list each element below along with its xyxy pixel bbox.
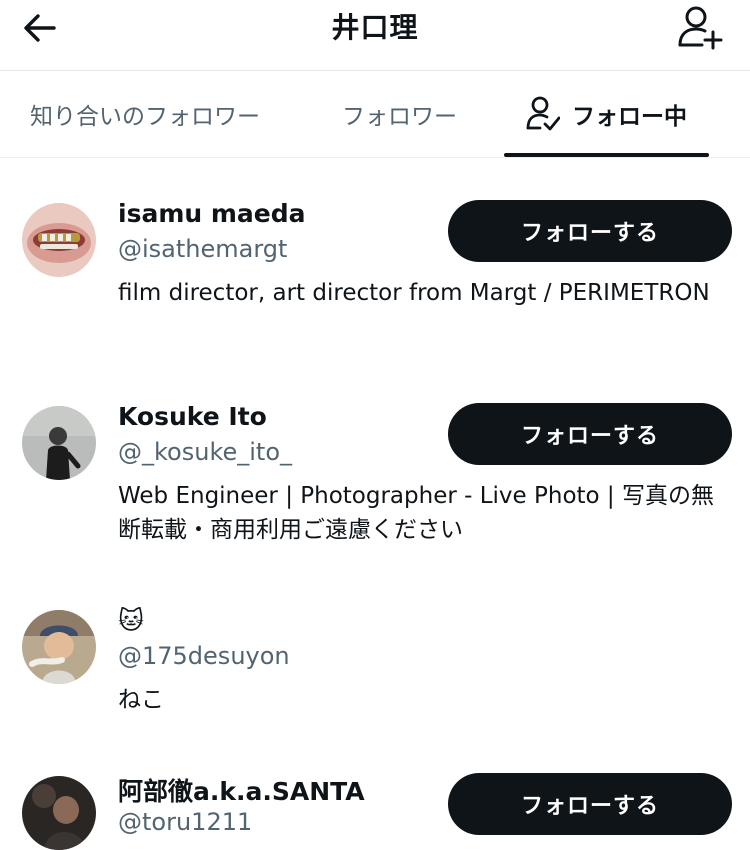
user-name: isamu maeda (118, 199, 306, 228)
active-tab-indicator (504, 153, 709, 157)
user-bio: Web Engineer | Photographer - Live Photo… (118, 483, 714, 543)
tab-mutual-followers[interactable]: 知り合いのフォロワー (30, 71, 260, 157)
tab-bar: 知り合いのフォロワー フォロワー フォロー中 (0, 71, 750, 158)
user-bio: film director, art director from Margt /… (118, 280, 710, 306)
tab-followers[interactable]: フォロワー (342, 71, 457, 157)
user-handle: @isathemargt (118, 235, 288, 263)
top-bar: 井口理 (0, 0, 750, 71)
follow-button[interactable]: フォローする (448, 403, 732, 465)
person-check-icon (526, 95, 560, 133)
add-user-button[interactable] (676, 4, 726, 50)
user-handle: @toru1211 (118, 808, 253, 836)
tab-following[interactable]: フォロー中 (504, 71, 709, 157)
avatar[interactable] (22, 203, 96, 277)
user-handle: @_kosuke_ito_ (118, 438, 293, 466)
user-name: 🐱 (118, 606, 145, 635)
user-bio: ねこ (118, 687, 164, 713)
user-name: Kosuke Ito (118, 402, 267, 431)
user-name: 阿部徹a.k.a.SANTA (118, 777, 365, 806)
avatar[interactable] (22, 406, 96, 480)
tab-label: フォロワー (342, 104, 457, 130)
page-title: 井口理 (331, 11, 419, 44)
avatar[interactable] (22, 610, 96, 684)
person-plus-icon (678, 6, 723, 50)
tab-label: フォロー中 (572, 104, 687, 130)
avatar[interactable] (22, 776, 96, 850)
follow-button[interactable]: フォローする (448, 200, 732, 262)
user-handle: @175desuyon (118, 642, 290, 670)
tab-label: 知り合いのフォロワー (30, 104, 260, 130)
follow-button[interactable]: フォローする (448, 773, 732, 835)
